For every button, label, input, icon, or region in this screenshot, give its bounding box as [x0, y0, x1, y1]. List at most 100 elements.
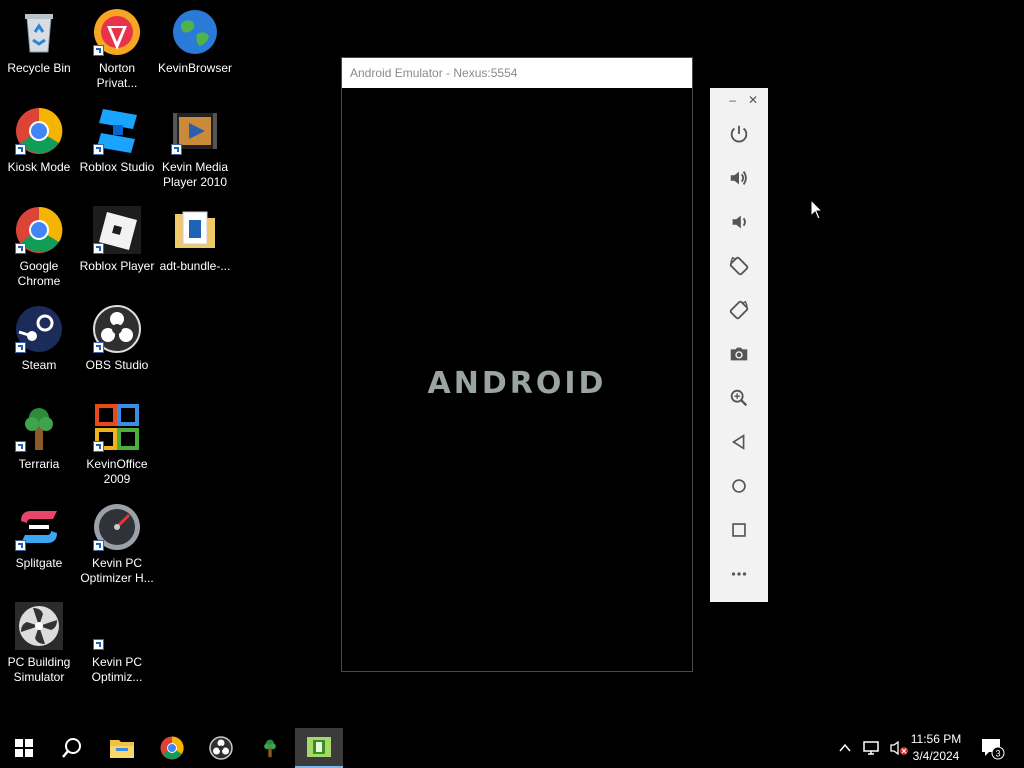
obs-icon — [209, 736, 233, 760]
obs-icon — [93, 305, 141, 353]
desktop-icon-label: Terraria — [18, 457, 60, 471]
taskbar-android-emulator[interactable] — [295, 728, 343, 768]
overview-button[interactable] — [710, 508, 768, 552]
desktop-icon-label: adt-bundle-... — [159, 259, 231, 273]
close-button[interactable]: ✕ — [748, 93, 758, 107]
fan-icon — [15, 602, 63, 650]
rotate-right-icon — [729, 300, 749, 320]
shortcut-arrow-icon — [93, 441, 104, 452]
shortcut-arrow-icon — [93, 144, 104, 155]
search-icon — [62, 738, 81, 758]
desktop-icon-obs-studio[interactable]: OBS Studio — [78, 301, 156, 393]
chrome-icon — [15, 206, 63, 254]
more-icon — [731, 572, 747, 576]
clock-date: 3/4/2024 — [912, 749, 960, 763]
desktop-icon-norton[interactable]: Norton Privat... — [78, 4, 156, 96]
desktop-icon-roblox-studio[interactable]: Roblox Studio — [78, 103, 156, 195]
system-tray — [838, 728, 908, 768]
shortcut-arrow-icon — [15, 540, 26, 551]
recycle-bin-icon — [15, 8, 63, 56]
notification-count: 3 — [995, 749, 1000, 759]
shortcut-arrow-icon — [15, 342, 26, 353]
desktop-icon-label: KevinOffice 2009 — [86, 457, 148, 486]
shortcut-arrow-icon — [15, 144, 26, 155]
splitgate-icon — [15, 503, 63, 551]
desktop-icon-recycle-bin[interactable]: Recycle Bin — [0, 4, 78, 96]
desktop-icon-splitgate[interactable]: Splitgate — [0, 499, 78, 591]
desktop-icon-label: KevinBrowser — [157, 61, 233, 75]
clock-time: 11:56 PM — [910, 732, 962, 746]
norton-browser-icon — [93, 8, 141, 56]
more-button[interactable] — [710, 552, 768, 596]
screenshot-button[interactable] — [710, 332, 768, 376]
zoom-icon — [730, 389, 748, 407]
volume-up-button[interactable] — [710, 156, 768, 200]
desktop-icon-kevin-media-player[interactable]: Kevin Media Player 2010 — [156, 103, 234, 195]
desktop-icon-label: Kiosk Mode — [7, 160, 71, 174]
back-button[interactable] — [710, 420, 768, 464]
taskbar-terraria[interactable] — [246, 728, 294, 768]
android-boot-logo: ANDROID — [427, 366, 607, 401]
desktop-icon-adt-bundle[interactable]: adt-bundle-... — [156, 202, 234, 294]
shortcut-arrow-icon — [171, 144, 182, 155]
desktop-icon-google-chrome[interactable]: Google Chrome — [0, 202, 78, 294]
emulator-title[interactable]: Android Emulator - Nexus:5554 — [342, 58, 692, 88]
home-icon — [732, 479, 746, 493]
desktop-icon-pc-building-simulator[interactable]: PC Building Simulator — [0, 598, 78, 690]
power-button[interactable] — [710, 112, 768, 156]
desktop-icon-kevin-pc-optimiz[interactable]: Kevin PC Optimiz... — [78, 598, 156, 690]
roblox-player-icon — [93, 206, 141, 254]
rotate-right-button[interactable] — [710, 288, 768, 332]
search-button[interactable] — [48, 728, 96, 768]
media-player-icon — [171, 107, 219, 155]
clock[interactable]: 11:56 PM 3/4/2024 — [906, 731, 966, 765]
desktop-icon-label: Splitgate — [15, 556, 63, 570]
blank-shortcut-icon — [93, 602, 141, 650]
desktop-icon-terraria[interactable]: Terraria — [0, 400, 78, 492]
volume-down-button[interactable] — [710, 200, 768, 244]
android-emulator-icon — [307, 737, 331, 757]
desktop-icon-label: Google Chrome — [17, 259, 61, 288]
desktop-icon-label: OBS Studio — [85, 358, 149, 372]
rotate-left-icon — [729, 256, 749, 276]
globe-icon — [171, 8, 219, 56]
power-icon — [730, 125, 748, 143]
start-button[interactable] — [0, 728, 48, 768]
android-emulator-window[interactable]: Android Emulator - Nexus:5554 ANDROID — [341, 57, 693, 672]
desktop-icon-kevinbrowser[interactable]: KevinBrowser — [156, 4, 234, 96]
steam-icon — [15, 305, 63, 353]
desktop-icon-kevinoffice[interactable]: KevinOffice 2009 — [78, 400, 156, 492]
roblox-studio-icon — [93, 107, 141, 155]
taskbar-obs[interactable] — [197, 728, 245, 768]
action-center-button[interactable]: 3 — [980, 728, 1006, 768]
desktop-icon-label: Steam — [21, 358, 57, 372]
home-button[interactable] — [710, 464, 768, 508]
zoom-button[interactable] — [710, 376, 768, 420]
terraria-icon — [264, 739, 276, 758]
terraria-icon — [15, 404, 63, 452]
taskbar-chrome[interactable] — [148, 728, 196, 768]
desktop-icon-kiosk-mode[interactable]: Kiosk Mode — [0, 103, 78, 195]
mouse-cursor-icon — [810, 199, 824, 220]
volume-up-icon — [730, 171, 747, 185]
shortcut-arrow-icon — [93, 540, 104, 551]
file-explorer-icon — [110, 740, 134, 758]
taskbar-file-explorer[interactable] — [98, 728, 146, 768]
camera-icon — [730, 347, 748, 361]
shortcut-arrow-icon — [93, 639, 104, 650]
shortcut-arrow-icon — [93, 342, 104, 353]
rotate-left-button[interactable] — [710, 244, 768, 288]
back-icon — [731, 434, 745, 450]
emulator-toolbar: – ✕ — [710, 88, 768, 602]
chevron-up-icon[interactable] — [838, 741, 852, 755]
desktop-icon-label: Roblox Player — [79, 259, 155, 273]
desktop-icon-steam[interactable]: Steam — [0, 301, 78, 393]
speedometer-icon — [93, 503, 141, 551]
desktop-icon-roblox-player[interactable]: Roblox Player — [78, 202, 156, 294]
desktop-icon-label: Norton Privat... — [96, 61, 138, 90]
network-icon[interactable] — [862, 740, 880, 756]
desktop-icon-kevin-pc-optimizer-h[interactable]: Kevin PC Optimizer H... — [78, 499, 156, 591]
minimize-button[interactable]: – — [729, 93, 736, 107]
windows-icon — [15, 739, 33, 757]
chrome-icon — [160, 736, 184, 760]
